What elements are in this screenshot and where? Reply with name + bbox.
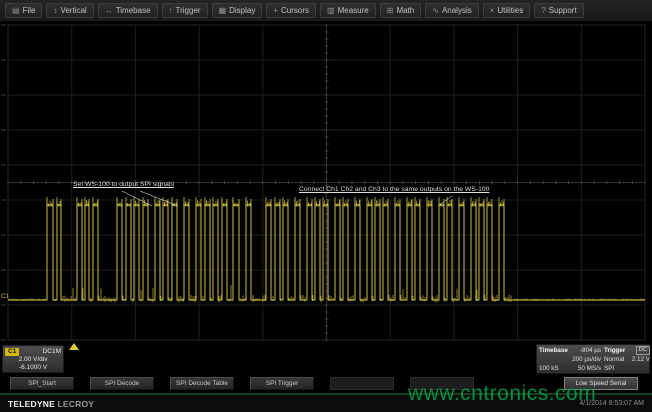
channel-header-row: C1 DC1M	[5, 347, 61, 356]
dialog-button-empty	[410, 377, 474, 390]
menu-measure[interactable]: ▥Measure	[320, 3, 376, 18]
menu-label: Trigger	[176, 6, 201, 15]
timebase-samples: 100 kS	[539, 365, 559, 372]
measure-icon: ▥	[327, 7, 335, 15]
file-icon: ▤	[12, 7, 20, 15]
menu-label: Utilities	[497, 6, 523, 15]
menu-trigger[interactable]: ↑Trigger	[162, 3, 208, 18]
vertical-arrows-icon: ↕	[53, 7, 57, 15]
menu-math[interactable]: ⊞Math	[380, 3, 422, 18]
dialog-button-row: SPI_Start SPI Decode SPI Decode Table SPI T…	[0, 375, 652, 392]
menu-label: Math	[396, 6, 414, 15]
menu-file[interactable]: ▤File	[5, 3, 42, 18]
horizontal-arrows-icon: ↔	[105, 7, 113, 15]
channel-coupling: DC1M	[43, 348, 61, 355]
menu-label: Vertical	[60, 6, 86, 15]
display-icon: ▦	[219, 7, 227, 15]
timebase-sample-rate: 50 MS/s	[578, 365, 601, 372]
menu-label: Support	[549, 6, 577, 15]
menu-label: Measure	[338, 6, 369, 15]
menu-analysis[interactable]: ∿Analysis	[425, 3, 479, 18]
brand-teledyne: TELEDYNE	[8, 399, 55, 409]
brand-logo: TELEDYNE LECROY	[8, 399, 94, 409]
timebase-delay: -804 µs	[580, 347, 601, 354]
trigger-type: SPI	[604, 365, 614, 372]
menu-bar: ▤File↕Vertical↔Timebase↑Trigger▦Display+…	[0, 0, 652, 22]
channel-descriptor-c1[interactable]: C1 DC1M 2.00 V/div -6.1000 V	[2, 345, 64, 373]
menu-label: Cursors	[281, 6, 309, 15]
menu-utilities[interactable]: ×Utilities	[483, 3, 530, 18]
utilities-icon: ×	[490, 7, 495, 15]
trigger-position-marker[interactable]	[69, 343, 79, 350]
menu-display[interactable]: ▦Display	[212, 3, 263, 18]
menu-cursors[interactable]: +Cursors	[266, 3, 316, 18]
oscilloscope-app: ▤File↕Vertical↔Timebase↑Trigger▦Display+…	[0, 0, 652, 412]
channel-volts-per-div: 2.00 V/div	[5, 356, 61, 364]
support-icon: ?	[541, 7, 545, 15]
brand-lecroy: LECROY	[58, 399, 95, 409]
channel-badge: C1	[5, 348, 19, 356]
timebase-header: Timebase	[539, 347, 568, 354]
menu-support[interactable]: ? Support	[534, 3, 583, 18]
channel-offset: -6.1000 V	[5, 364, 61, 372]
dialog-button-empty	[330, 377, 394, 390]
trigger-arrow-icon: ↑	[169, 7, 173, 15]
timebase-per-div: 200 µs/div	[572, 356, 601, 363]
cursor-icon: +	[273, 7, 278, 15]
math-icon: ⊞	[387, 7, 394, 15]
trigger-mode: Normal	[604, 356, 624, 363]
dialog-button-spi-trigger[interactable]: SPI Trigger	[250, 377, 314, 390]
menu-timebase[interactable]: ↔Timebase	[98, 3, 158, 18]
dialog-button-spi-start[interactable]: SPI_Start	[10, 377, 74, 390]
annotation-connect-channels-note: Connect Ch1 Ch2 and Ch3 to the same outp…	[299, 186, 489, 193]
trigger-level: 2.12 V	[632, 356, 650, 363]
menu-vertical[interactable]: ↕Vertical	[46, 3, 93, 18]
menu-label: Analysis	[442, 6, 472, 15]
timebase-trigger-box[interactable]: Timebase -804 µs Trigger DC 200 µs/div N…	[536, 344, 650, 374]
annotation-set-ws100-note: Set WS-100 to output SPI signals	[73, 181, 174, 188]
trigger-coupling: DC	[636, 346, 650, 355]
menu-label: Display	[229, 6, 255, 15]
menu-label: File	[23, 6, 36, 15]
menu-label: Timebase	[116, 6, 151, 15]
trigger-header: Trigger	[604, 347, 625, 354]
analysis-icon: ∿	[432, 7, 439, 15]
dialog-button-spi-decode[interactable]: SPI Decode	[90, 377, 154, 390]
status-bar: TELEDYNE LECROY 4/1/2014 9:53:07 AM	[0, 393, 652, 412]
low-speed-serial-button[interactable]: Low Speed Serial	[564, 377, 638, 390]
clock-timestamp: 4/1/2014 9:53:07 AM	[579, 400, 644, 407]
channel-ground-marker[interactable]: C1	[1, 293, 9, 300]
dialog-button-spi-decode-table[interactable]: SPI Decode Table	[170, 377, 234, 390]
